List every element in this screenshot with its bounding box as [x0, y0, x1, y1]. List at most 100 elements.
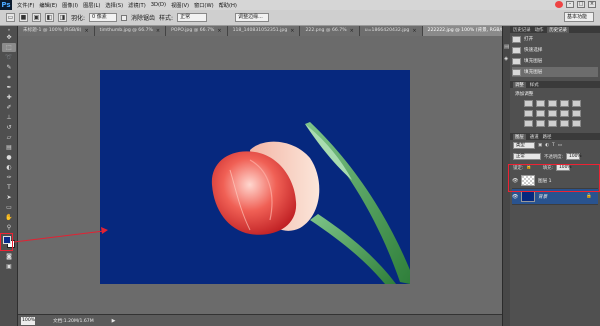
tab-document-6[interactable]: u=1866420432.jpg × [359, 26, 423, 36]
eyedropper-tool-icon[interactable]: ✒ [2, 83, 16, 92]
rect-marquee-tool-icon[interactable]: ⬚ [2, 43, 16, 52]
new-selection-icon[interactable]: ■ [19, 13, 28, 22]
minimize-button[interactable]: – [566, 1, 574, 8]
eraser-tool-icon[interactable]: ▱ [2, 133, 16, 142]
exposure-icon[interactable] [560, 100, 569, 107]
tab-document-4[interactable]: 118_140831052351.jpg × [227, 26, 301, 36]
workspace-select[interactable]: 基本功能 [564, 12, 594, 22]
close-button[interactable]: × [588, 1, 596, 8]
tab-document-2[interactable]: timthumb.jpg @ 66.7% × [94, 26, 167, 36]
panel-toggle-icon[interactable]: ▤ [504, 44, 509, 50]
threshold-icon[interactable] [548, 120, 557, 127]
tab-history-active[interactable]: 历史记录 [547, 26, 569, 33]
menu-image[interactable]: 图像(I) [62, 2, 78, 9]
menu-file[interactable]: 文件(F) [17, 2, 34, 9]
filter-shape-icon[interactable]: ▭ [558, 143, 562, 148]
gradient-map-icon[interactable] [560, 120, 569, 127]
add-selection-icon[interactable]: ▣ [32, 13, 41, 22]
status-arrow-icon[interactable]: ▶ [112, 318, 116, 324]
quick-select-tool-icon[interactable]: ✎ [2, 63, 16, 72]
maximize-button[interactable]: □ [577, 1, 585, 8]
style-select[interactable]: 正常 [177, 13, 208, 22]
history-item[interactable]: 打开 [512, 34, 598, 44]
history-item[interactable]: 填充图层 [512, 56, 598, 66]
levels-icon[interactable] [536, 100, 545, 107]
tab-layers[interactable]: 图层 [513, 133, 526, 140]
tab-actions[interactable]: 动作 [535, 27, 544, 33]
tab-document-1[interactable]: 未标题-1 @ 100% (RGB/8) × [18, 26, 95, 36]
tab-styles[interactable]: 样式 [530, 82, 539, 88]
selective-color-icon[interactable] [572, 120, 581, 127]
close-tab-icon[interactable]: × [84, 26, 88, 36]
pen-tool-icon[interactable]: ✑ [2, 173, 16, 182]
lasso-tool-icon[interactable]: ➰ [2, 53, 16, 62]
canvas-area[interactable] [18, 36, 502, 314]
quick-mask-icon[interactable]: ◙ [2, 252, 16, 261]
document-info[interactable]: 文档:1.20M/1.67M [53, 318, 94, 324]
menu-window[interactable]: 窗口(W) [194, 2, 214, 9]
menu-filter[interactable]: 滤镜(T) [128, 2, 146, 9]
tab-document-5[interactable]: 222.png @ 66.7% × [300, 26, 360, 36]
marquee-preset-icon[interactable]: ▭ [6, 13, 15, 22]
shape-tool-icon[interactable]: ▭ [2, 203, 16, 212]
history-brush-tool-icon[interactable]: ↺ [2, 123, 16, 132]
visibility-eye-icon[interactable]: 👁 [512, 194, 518, 200]
antialias-checkbox[interactable] [121, 14, 128, 21]
type-tool-icon[interactable]: T [2, 183, 16, 192]
close-tab-icon[interactable]: × [412, 26, 416, 36]
feather-input[interactable]: 0 像素 [89, 13, 118, 22]
tab-paths[interactable]: 路径 [543, 134, 552, 140]
screen-mode-icon[interactable]: ▣ [2, 262, 16, 271]
panel-toggle-icon[interactable]: ◈ [504, 56, 509, 62]
move-tool-icon[interactable]: ✥ [2, 33, 16, 42]
blur-tool-icon[interactable]: ● [2, 153, 16, 162]
subtract-selection-icon[interactable]: ◧ [45, 13, 54, 22]
menu-3d[interactable]: 3D(D) [151, 2, 166, 9]
black-white-icon[interactable] [548, 110, 557, 117]
path-select-tool-icon[interactable]: ➤ [2, 193, 16, 202]
hue-icon[interactable] [524, 110, 533, 117]
collapse-tools-icon[interactable]: » [2, 27, 16, 32]
tab-channels[interactable]: 通道 [530, 134, 539, 140]
blend-mode-select[interactable]: 正常 [513, 153, 541, 160]
close-tab-icon[interactable]: × [156, 26, 160, 36]
brush-tool-icon[interactable]: ✐ [2, 103, 16, 112]
menu-layer[interactable]: 图层(L) [83, 2, 100, 9]
zoom-level[interactable]: 100% [21, 316, 35, 325]
close-tab-icon[interactable]: × [290, 26, 294, 36]
channel-mixer-icon[interactable] [572, 110, 581, 117]
intersect-selection-icon[interactable]: ◨ [58, 13, 67, 22]
opacity-input[interactable]: 100% [566, 153, 582, 160]
history-item-selected[interactable]: 填充图层 [512, 67, 598, 77]
refine-edge-button[interactable]: 调整边缘... [235, 13, 270, 22]
close-tab-icon[interactable]: × [217, 26, 221, 36]
menu-edit[interactable]: 编辑(E) [39, 2, 57, 9]
brightness-icon[interactable] [524, 100, 533, 107]
color-balance-icon[interactable] [536, 110, 545, 117]
hand-tool-icon[interactable]: ✋ [2, 213, 16, 222]
layer-name[interactable]: 背景 [538, 194, 547, 200]
layer-kind-select[interactable]: 类型 [513, 142, 535, 149]
menu-view[interactable]: 视图(V) [171, 2, 189, 9]
filter-adjust-icon[interactable]: ◐ [545, 143, 549, 148]
close-tab-icon[interactable]: × [350, 26, 354, 36]
posterize-icon[interactable] [536, 120, 545, 127]
menu-select[interactable]: 选择(S) [105, 2, 123, 9]
dodge-tool-icon[interactable]: ◐ [2, 163, 16, 172]
crop-tool-icon[interactable]: ⌗ [2, 73, 16, 82]
tab-document-3[interactable]: POPO.jpg @ 66.7% × [166, 26, 228, 36]
menu-help[interactable]: 帮助(H) [219, 2, 237, 9]
document-canvas[interactable] [100, 70, 410, 284]
vibrance-icon[interactable] [572, 100, 581, 107]
healing-brush-tool-icon[interactable]: ✚ [2, 93, 16, 102]
filter-pixel-icon[interactable]: ▣ [538, 143, 542, 148]
gradient-tool-icon[interactable]: ▤ [2, 143, 16, 152]
history-item[interactable]: 快速选择 [512, 45, 598, 55]
filter-type-icon[interactable]: T [552, 143, 555, 148]
tab-adjustments[interactable]: 调整 [513, 81, 526, 88]
invert-icon[interactable] [524, 120, 533, 127]
clone-stamp-tool-icon[interactable]: ⊥ [2, 113, 16, 122]
photo-filter-icon[interactable] [560, 110, 569, 117]
curves-icon[interactable] [548, 100, 557, 107]
zoom-tool-icon[interactable]: ⚲ [2, 223, 16, 232]
